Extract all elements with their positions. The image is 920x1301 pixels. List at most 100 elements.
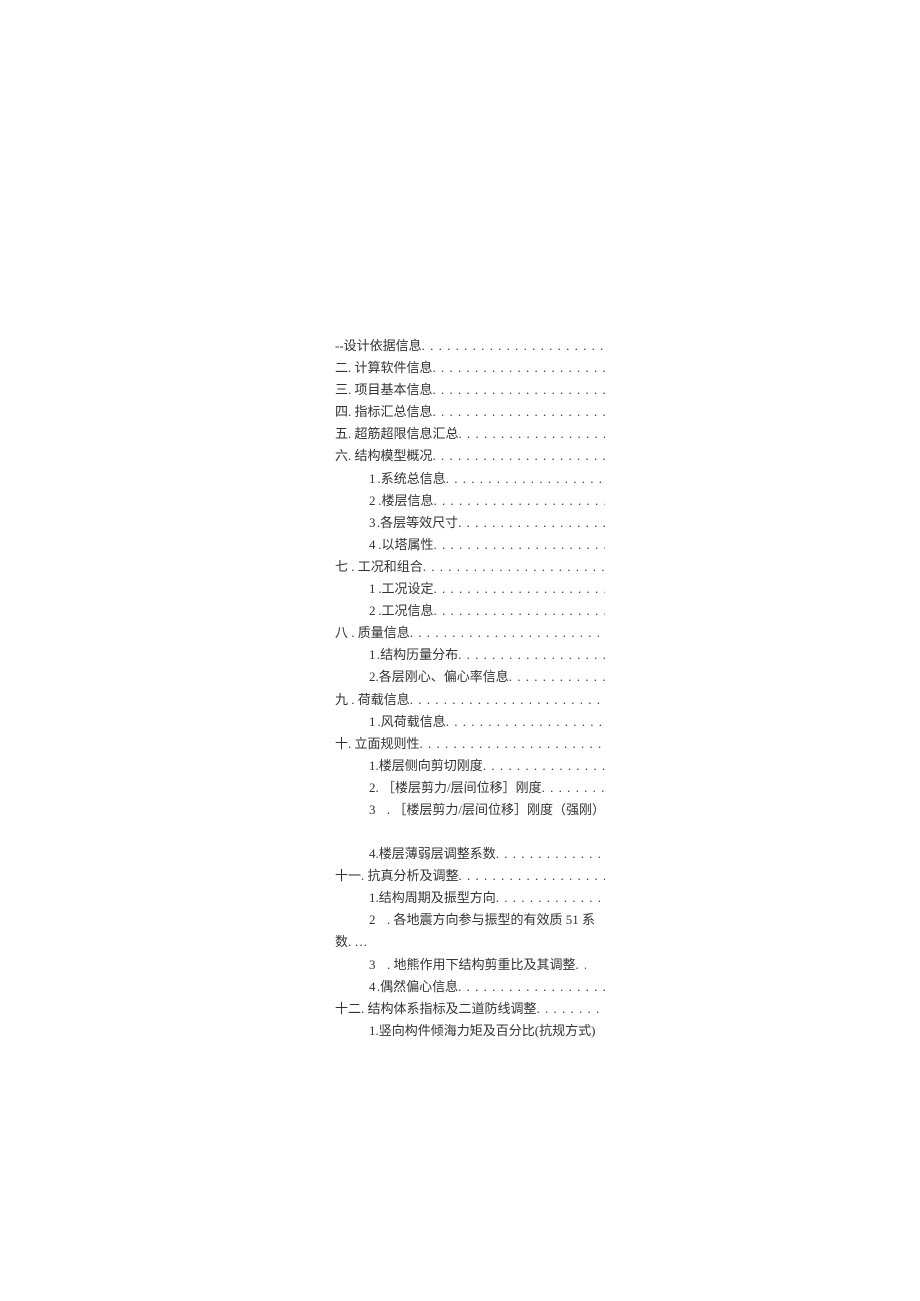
toc-number: 1 — [369, 578, 378, 600]
toc-label: 二. 计算软件信息 — [335, 357, 433, 379]
toc-entry: 十. 立面规则性 — [335, 733, 605, 755]
toc-label: 十. 立面规则性 — [335, 733, 420, 755]
toc-label: . 各地震方向参与振型的有效质 51 系 — [387, 909, 595, 931]
toc-label: 七 . 工况和组合 — [335, 556, 423, 578]
toc-leader — [423, 556, 605, 578]
toc-leader — [459, 865, 605, 887]
toc-leader — [576, 954, 586, 976]
toc-entry: 六. 结构模型概况 — [335, 445, 605, 467]
toc-subentry: 1.竖向构件倾海力矩及百分比(抗规方式) — [335, 1020, 605, 1042]
toc-label: .各层刚心、偏心率信息 — [376, 666, 509, 688]
toc-number: 1 — [369, 711, 378, 733]
toc-subentry: 1 .风荷载信息 — [335, 711, 605, 733]
toc-label: .楼层信息 — [378, 490, 433, 512]
toc-leader — [433, 534, 605, 556]
toc-label: .结构周期及振型方向 — [376, 887, 496, 909]
toc-subentry: 1 .系统总信息 — [335, 468, 605, 490]
toc-label: .以塔属性 — [378, 534, 433, 556]
toc-leader — [509, 666, 605, 688]
toc-leader — [459, 423, 605, 445]
blank-line — [335, 821, 605, 843]
toc-label: .工况信息 — [378, 600, 433, 622]
toc-entry: 十二. 结构体系指标及二道防线调整 — [335, 998, 605, 1020]
toc-label: . ［楼层剪力/层间位移］刚度（强刚） — [387, 799, 605, 821]
toc-leader — [458, 976, 605, 998]
toc-subentry: 4 .以塔属性 — [335, 534, 605, 556]
toc-label: .系统总信息 — [378, 468, 446, 490]
toc-label: 十一. 抗真分析及调整 — [335, 865, 459, 887]
toc-leader — [542, 777, 605, 799]
toc-label: 十二. 结构体系指标及二道防线调整 — [335, 998, 537, 1020]
toc-subentry: 4 .楼层薄弱层调整系数 — [335, 843, 605, 865]
toc-entry: 八 . 质量信息 — [335, 622, 605, 644]
toc-number: 1 — [369, 644, 377, 666]
toc-subentry: 2 .各层刚心、偏心率信息 — [335, 666, 605, 688]
toc-entry: 五. 超筋超限信息汇总 — [335, 423, 605, 445]
toc-subentry: 1 .结构周期及振型方向 — [335, 887, 605, 909]
toc-leader — [410, 622, 605, 644]
toc-label: 数. … — [335, 931, 368, 953]
toc-label: .结构历量分布 — [377, 644, 458, 666]
toc-leader — [537, 998, 605, 1020]
toc-leader — [433, 379, 605, 401]
toc-label: .风荷载信息 — [378, 711, 446, 733]
toc-label: 三. 项目基本信息 — [335, 379, 433, 401]
toc-label: --设计依据信息 — [335, 335, 422, 357]
toc-leader — [433, 401, 605, 423]
toc-label: 四. 指标汇总信息 — [335, 401, 433, 423]
toc-entry: 十一. 抗真分析及调整 — [335, 865, 605, 887]
toc-label: .楼层侧向剪切刚度 — [376, 755, 483, 777]
toc-entry: --设计依据信息 — [335, 335, 605, 357]
toc-leader — [483, 755, 605, 777]
toc-label: .各层等效尺寸 — [377, 512, 458, 534]
toc-leader — [446, 468, 605, 490]
toc-subentry: 1 .工况设定 — [335, 578, 605, 600]
toc-label: . 地熊作用下结构剪重比及其调整 — [387, 954, 576, 976]
toc-leader — [496, 843, 605, 865]
toc-leader — [433, 445, 605, 467]
toc-number: 1 — [369, 468, 378, 490]
toc-label: 六. 结构模型概况 — [335, 445, 433, 467]
toc-leader — [496, 887, 605, 909]
toc-leader — [446, 711, 605, 733]
toc-entry: 七 . 工况和组合 — [335, 556, 605, 578]
toc-subentry: 1 .结构历量分布 — [335, 644, 605, 666]
toc-leader — [420, 733, 605, 755]
toc-number: 3 — [369, 954, 387, 976]
toc-number: 3 — [369, 799, 387, 821]
toc-number: 3 — [369, 512, 377, 534]
toc-subentry: 3 . 地熊作用下结构剪重比及其调整 — [335, 954, 605, 976]
toc-label: 八 . 质量信息 — [335, 622, 410, 644]
toc-leader — [433, 578, 605, 600]
toc-label: .偶然偏心信息 — [377, 976, 458, 998]
toc-entry: 九 . 荷载信息 — [335, 689, 605, 711]
toc-subentry: 2 . ［楼层剪力/层间位移］刚度 — [335, 777, 605, 799]
toc-number: 2 — [369, 490, 378, 512]
toc-subentry: 1 .楼层侧向剪切刚度 — [335, 755, 605, 777]
toc-leader — [433, 490, 605, 512]
toc-subentry: 4 .偶然偏心信息 — [335, 976, 605, 998]
toc-subentry: 3 . ［楼层剪力/层间位移］刚度（强刚） — [335, 799, 605, 821]
toc-label: . ［楼层剪力/层间位移］刚度 — [376, 777, 542, 799]
toc-subentry: 2 .工况信息 — [335, 600, 605, 622]
toc-label: .楼层薄弱层调整系数 — [376, 843, 496, 865]
toc-leader — [458, 512, 605, 534]
toc-container: --设计依据信息 二. 计算软件信息 三. 项目基本信息 四. 指标汇总信息 五… — [335, 335, 605, 1042]
toc-leader — [433, 600, 605, 622]
toc-entry: 三. 项目基本信息 — [335, 379, 605, 401]
toc-leader — [458, 644, 605, 666]
toc-label: 1.竖向构件倾海力矩及百分比(抗规方式) — [369, 1020, 595, 1042]
toc-wrap: 数. … — [335, 931, 605, 953]
toc-leader — [422, 335, 605, 357]
toc-subentry: 2 .楼层信息 — [335, 490, 605, 512]
toc-entry: 二. 计算软件信息 — [335, 357, 605, 379]
toc-label: .工况设定 — [378, 578, 433, 600]
toc-label: 五. 超筋超限信息汇总 — [335, 423, 459, 445]
toc-leader — [410, 689, 605, 711]
toc-number: 4 — [369, 976, 377, 998]
toc-subentry: 2 . 各地震方向参与振型的有效质 51 系 — [335, 909, 605, 931]
toc-label: 九 . 荷载信息 — [335, 689, 410, 711]
toc-subentry: 3 .各层等效尺寸 — [335, 512, 605, 534]
toc-entry: 四. 指标汇总信息 — [335, 401, 605, 423]
toc-number: 4 — [369, 534, 378, 556]
